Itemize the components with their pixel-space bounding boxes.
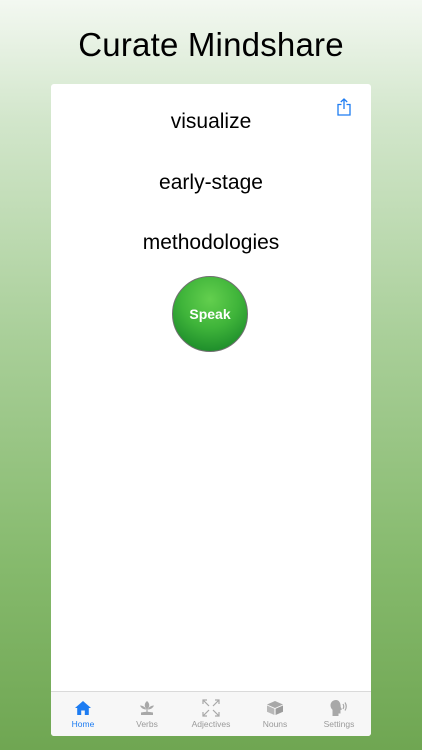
speak-button[interactable]: Speak	[172, 276, 248, 352]
tab-label-settings: Settings	[323, 719, 355, 729]
page-title: Curate Mindshare	[78, 26, 344, 63]
tab-label-nouns: Nouns	[262, 719, 288, 729]
word-verb: visualize	[170, 110, 252, 133]
expand-arrows-icon	[200, 698, 222, 717]
plant-icon	[136, 698, 158, 717]
tab-label-verbs: Verbs	[136, 719, 158, 729]
tab-home[interactable]: Home	[51, 692, 115, 736]
word-adjective: early-stage	[159, 171, 263, 194]
word-card: visualize early-stage methodologies Spea…	[51, 84, 371, 736]
tab-verbs[interactable]: Verbs	[115, 692, 179, 736]
home-icon	[72, 698, 94, 717]
tab-settings[interactable]: Settings	[307, 692, 371, 736]
tab-adjectives[interactable]: Adjectives	[179, 692, 243, 736]
tab-bar: Home Verbs Adjectives Nouns Settings	[51, 691, 371, 736]
box-icon	[264, 698, 286, 717]
tab-label-adjectives: Adjectives	[191, 719, 231, 729]
tab-nouns[interactable]: Nouns	[243, 692, 307, 736]
tab-label-home: Home	[71, 719, 95, 729]
speaking-head-icon	[328, 698, 350, 717]
word-noun: methodologies	[142, 231, 280, 254]
